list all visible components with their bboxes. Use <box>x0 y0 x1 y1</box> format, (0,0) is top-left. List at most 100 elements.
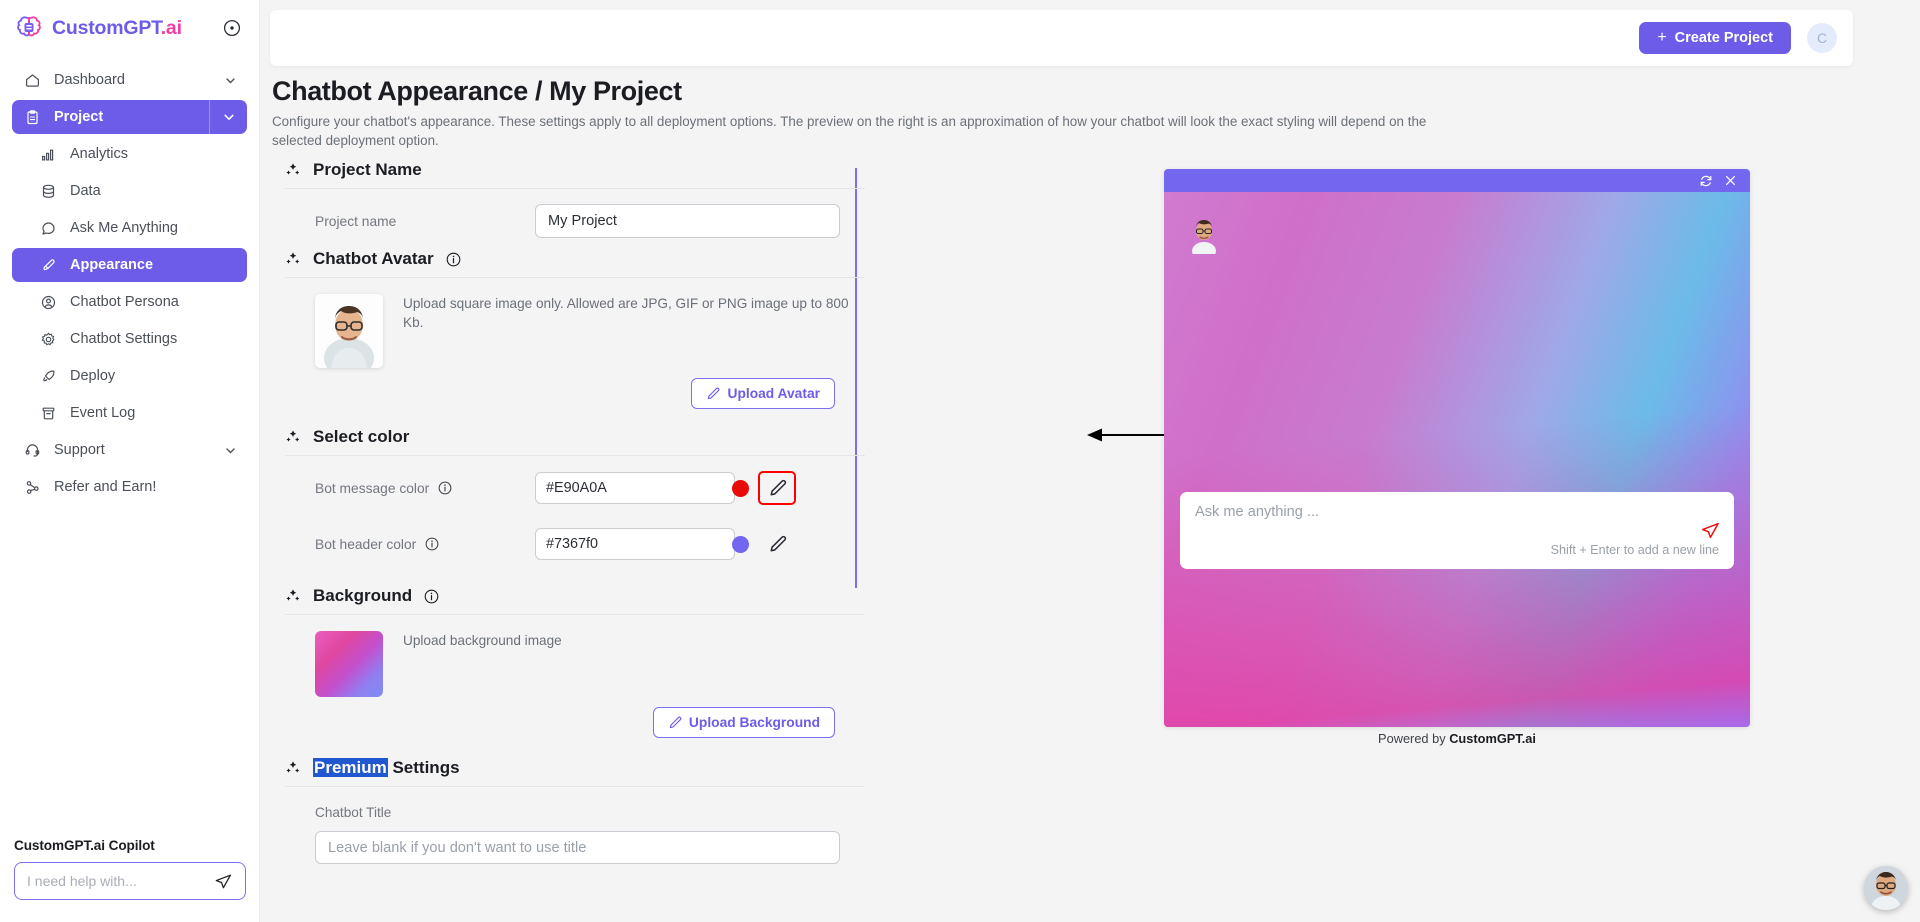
section-title: Select color <box>313 427 410 446</box>
sidebar-item-analytics[interactable]: Analytics <box>12 137 247 171</box>
sidebar-item-label: Chatbot Persona <box>70 294 179 310</box>
sidebar-item-label: Deploy <box>70 368 116 384</box>
bot-header-color-input[interactable] <box>546 536 732 552</box>
row-bot-message-color: Bot message color <box>285 460 865 516</box>
sidebar-item-dashboard[interactable]: Dashboard <box>12 63 247 97</box>
background-upload-row: Upload background image <box>285 619 865 701</box>
sidebar-item-label: Analytics <box>70 146 129 162</box>
circle-dot-icon[interactable] <box>223 19 241 37</box>
clipboard-icon <box>24 109 41 126</box>
sidebar-item-label: Dashboard <box>54 72 125 88</box>
copilot-title: CustomGPT.ai Copilot <box>14 838 155 853</box>
section-title: Project Name <box>313 160 422 179</box>
topbar: + Create Project C <box>270 10 1853 66</box>
sidebar-item-refer-and-earn[interactable]: Refer and Earn! <box>12 470 247 504</box>
color-swatch[interactable] <box>732 479 749 497</box>
preview-chat-body: Ask me anything ... Shift + Enter to add… <box>1164 192 1750 727</box>
info-icon[interactable] <box>446 252 461 267</box>
preview-bot-avatar <box>1186 214 1222 254</box>
avatar-upload-row: Upload square image only. Allowed are JP… <box>285 282 865 372</box>
field-label: Bot header color <box>285 537 535 552</box>
section-header-project-name: Project Name <box>285 160 865 189</box>
bot-message-color-edit-button[interactable] <box>758 471 796 505</box>
section-title: Background <box>313 586 413 605</box>
upload-avatar-button[interactable]: Upload Avatar <box>691 378 835 409</box>
bot-header-color-edit-button[interactable] <box>765 532 789 556</box>
chatbot-title-input[interactable] <box>315 831 840 864</box>
powered-by: Powered by CustomGPT.ai <box>1164 731 1750 746</box>
row-project-name: Project name <box>285 193 865 249</box>
main-content: + Create Project C Chatbot Appearance / … <box>260 0 1920 922</box>
bot-message-color-input[interactable] <box>546 480 732 496</box>
app-root: CustomGPT.ai Dashboard Project Analytics… <box>0 0 1920 922</box>
sidebar-item-project[interactable]: Project <box>12 100 247 134</box>
sidebar-item-label: Event Log <box>70 405 136 421</box>
headset-icon <box>24 442 41 459</box>
close-x-icon[interactable] <box>1724 174 1737 187</box>
info-icon[interactable] <box>424 589 439 604</box>
field-label-text: Bot message color <box>315 480 430 496</box>
color-swatch[interactable] <box>732 535 749 553</box>
refresh-icon[interactable] <box>1699 174 1712 187</box>
info-icon[interactable] <box>425 537 439 551</box>
sidebar-item-deploy[interactable]: Deploy <box>12 359 247 393</box>
bot-header-color-field[interactable] <box>535 528 749 560</box>
section-title: Chatbot Avatar <box>313 249 434 268</box>
sidebar-item-chatbot-persona[interactable]: Chatbot Persona <box>12 285 247 319</box>
sidebar-nav: Dashboard Project Analytics Data Ask Me … <box>0 56 259 507</box>
background-image-thumbnail <box>315 631 383 697</box>
powered-prefix: Powered by <box>1378 731 1450 746</box>
avatar-upload-button-wrap: Upload Avatar <box>285 378 865 409</box>
share-nodes-icon <box>24 479 41 496</box>
settings-form: Project Name Project name Chatbot Avatar <box>285 160 865 864</box>
pencil-icon <box>706 387 720 401</box>
copilot-input[interactable] <box>27 873 213 889</box>
sidebar-item-appearance[interactable]: Appearance <box>12 248 247 282</box>
send-paper-plane-icon[interactable] <box>1699 519 1721 541</box>
chevron-down-icon[interactable] <box>224 74 237 87</box>
chatbot-preview-panel: Ask me anything ... Shift + Enter to add… <box>1164 169 1750 727</box>
copilot-input-box[interactable] <box>14 862 246 900</box>
create-project-button[interactable]: + Create Project <box>1639 22 1791 54</box>
section-header-select-color: Select color <box>285 427 865 456</box>
sparkle-icon <box>285 162 301 178</box>
sidebar-item-ask-me-anything[interactable]: Ask Me Anything <box>12 211 247 245</box>
field-label: Project name <box>285 214 535 229</box>
premium-highlighted-word: Premium <box>313 758 388 777</box>
sidebar-project-expand-toggle[interactable] <box>209 100 247 134</box>
user-circle-icon <box>40 294 57 311</box>
sidebar-item-label: Data <box>70 183 101 199</box>
preview-chat-footer-row: Shift + Enter to add a new line <box>1195 522 1719 557</box>
section-header-chatbot-avatar: Chatbot Avatar <box>285 249 865 278</box>
sidebar-item-support[interactable]: Support <box>12 433 247 467</box>
sidebar-item-label: Chatbot Settings <box>70 331 178 347</box>
sidebar-item-chatbot-settings[interactable]: Chatbot Settings <box>12 322 247 356</box>
upload-background-button[interactable]: Upload Background <box>652 707 835 738</box>
brand-name-suffix: .ai <box>160 16 182 39</box>
settings-word: Settings <box>387 758 460 777</box>
page-title: Chatbot Appearance / My Project <box>272 76 682 106</box>
user-avatar[interactable]: C <box>1807 23 1837 53</box>
preview-chat-input-box[interactable]: Ask me anything ... Shift + Enter to add… <box>1180 492 1734 569</box>
sidebar-item-event-log[interactable]: Event Log <box>12 396 247 430</box>
info-icon[interactable] <box>438 481 452 495</box>
copilot-panel: CustomGPT.ai Copilot <box>0 838 260 922</box>
send-paper-plane-icon[interactable] <box>213 871 233 891</box>
brush-icon <box>40 257 57 274</box>
sidebar-item-data[interactable]: Data <box>12 174 247 208</box>
gear-icon <box>40 331 57 348</box>
chevron-down-icon[interactable] <box>224 444 237 457</box>
chatbot-title-label: Chatbot Title <box>315 805 392 820</box>
field-label-text: Bot header color <box>315 536 417 552</box>
chat-widget-launcher-button[interactable] <box>1864 866 1908 910</box>
section-header-premium-settings: Premium Settings <box>285 758 865 787</box>
preview-header-bar <box>1164 169 1750 192</box>
sidebar-item-label: Support <box>54 442 105 458</box>
brand-row: CustomGPT.ai <box>0 0 259 56</box>
project-name-input[interactable] <box>535 204 840 238</box>
sparkle-icon <box>285 588 301 604</box>
row-bot-header-color: Bot header color <box>285 516 865 572</box>
bar-chart-icon <box>40 146 57 163</box>
upload-avatar-label: Upload Avatar <box>727 386 820 401</box>
bot-message-color-field[interactable] <box>535 472 749 504</box>
